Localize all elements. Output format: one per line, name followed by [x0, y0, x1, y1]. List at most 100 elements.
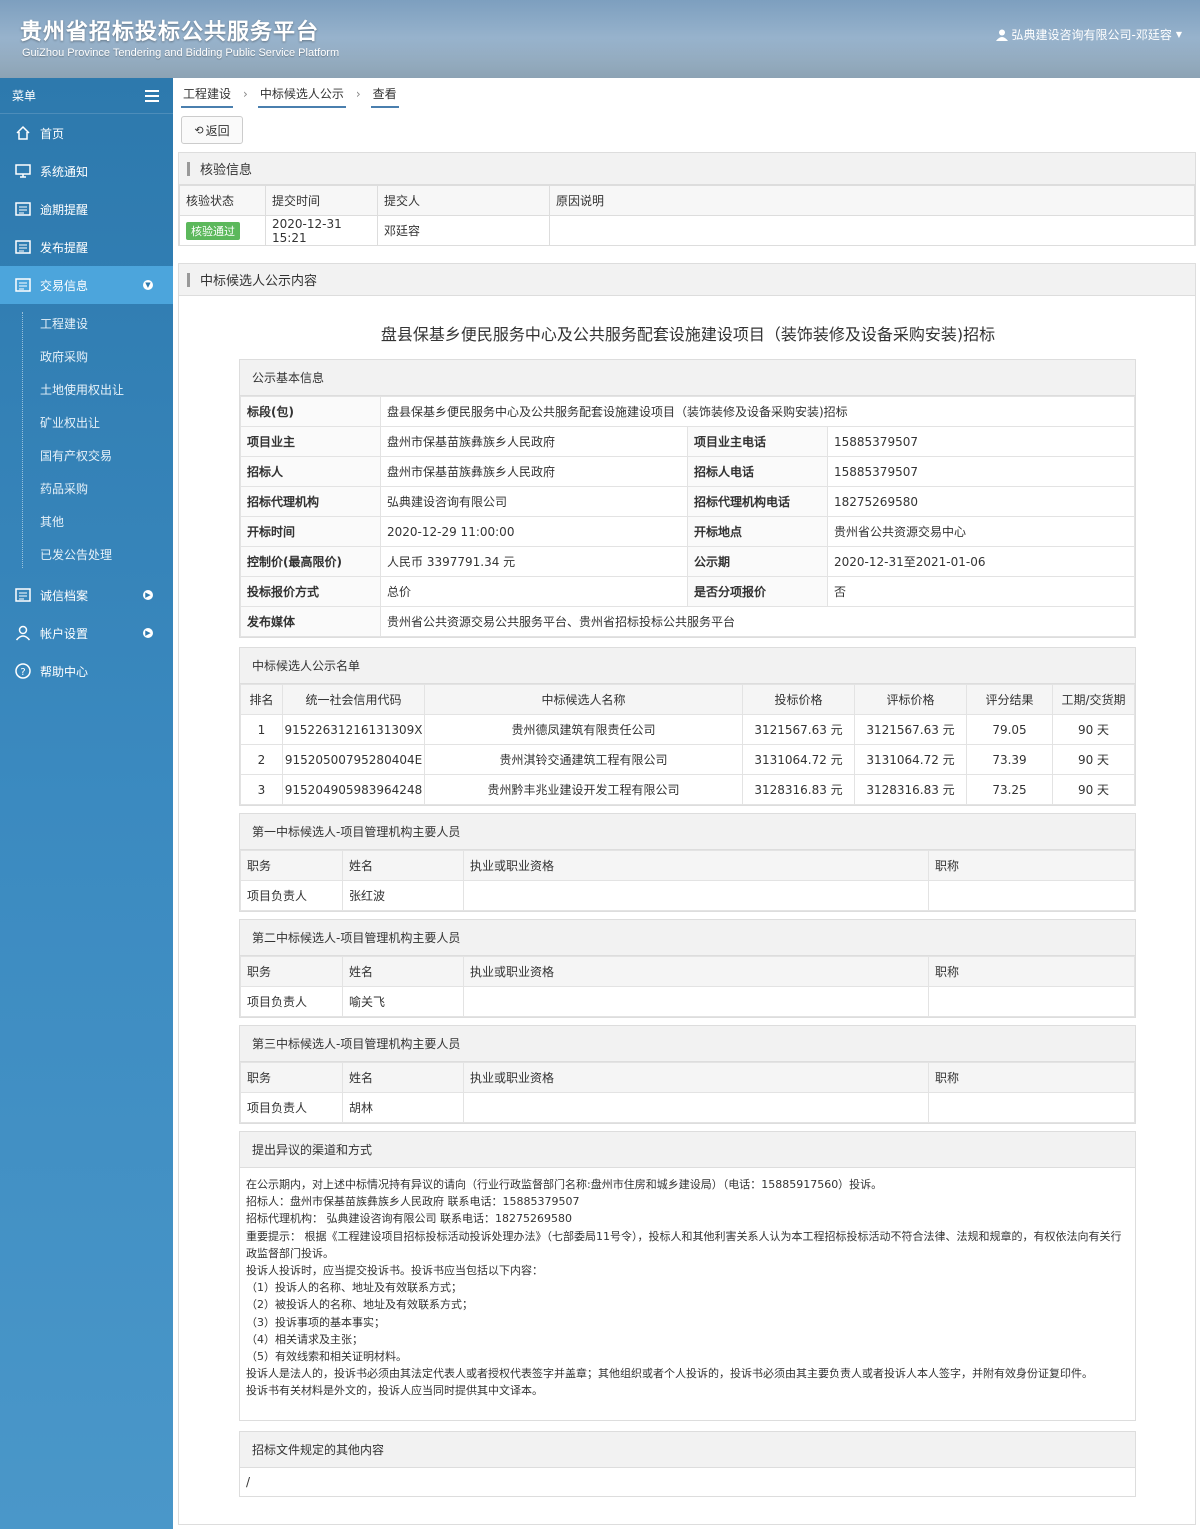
period-cell: 90 天 [1052, 774, 1135, 805]
eval-price-cell: 3131064.72 元 [854, 744, 967, 775]
sidebar-item-overdue[interactable]: 逾期提醒 [0, 190, 173, 228]
text-line: （2）被投诉人的名称、地址及有效联系方式； [246, 1298, 473, 1312]
qualification-cell [463, 880, 929, 911]
breadcrumb-item[interactable]: 工程建设 [181, 81, 234, 108]
verify-panel: 核验信息 核验状态 提交时间 提交人 原因说明 核验通过 2020-12-31 … [178, 152, 1196, 246]
code-cell: 915204905983964248 [282, 774, 425, 805]
field-label: 发布媒体 [240, 606, 381, 637]
submenu-item[interactable]: 已发公告处理 [0, 539, 173, 572]
column-header: 职务 [240, 850, 343, 881]
column-header: 核验状态 [179, 185, 266, 216]
name-cell: 贵州黔丰兆业建设开发工程有限公司 [424, 774, 743, 805]
other-content-block: 招标文件规定的其他内容 / [239, 1431, 1136, 1497]
back-button[interactable]: ⟲ 返回 [181, 116, 243, 144]
list-icon [14, 238, 32, 256]
column-header: 排名 [240, 684, 283, 715]
role-cell: 项目负责人 [240, 1092, 343, 1123]
content-panel: 中标候选人公示内容 盘县保基乡便民服务中心及公共服务配套设施建设项目（装饰装修及… [178, 263, 1196, 1525]
site-title[interactable]: 贵州省招标投标公共服务平台 [20, 14, 319, 46]
text-line: 投诉人是法人的，投诉书必须由其法定代表人或者授权代表签字并盖章；其他组织或者个人… [246, 1367, 1093, 1381]
column-header: 姓名 [342, 956, 464, 987]
field-value: 盘州市保基苗族彝族乡人民政府 [380, 426, 688, 457]
bid-price-cell: 3121567.63 元 [742, 714, 855, 745]
column-header: 职称 [928, 1062, 1135, 1093]
field-value: 贵州省公共资源交易公共服务平台、贵州省招标投标公共服务平台 [380, 606, 1135, 637]
table-row: 控制价(最高限价) 人民币 3397791.34 元 公示期 2020-12-3… [240, 546, 1135, 577]
status-badge: 核验通过 [186, 221, 240, 240]
submenu-item[interactable]: 国有产权交易 [0, 440, 173, 473]
personnel-block-2: 第二中标候选人-项目管理机构主要人员 职务 姓名 执业或职业资格 职称 项目负责… [239, 919, 1136, 1018]
sidebar-item-label: 系统通知 [40, 164, 89, 179]
column-header: 投标价格 [742, 684, 855, 715]
sidebar-item-account[interactable]: 帐户设置 ▶ [0, 614, 173, 652]
column-header: 提交人 [377, 185, 550, 216]
field-label: 投标报价方式 [240, 576, 381, 607]
eval-price-cell: 3121567.63 元 [854, 714, 967, 745]
submenu-item[interactable]: 药品采购 [0, 473, 173, 506]
personnel-block-1: 第一中标候选人-项目管理机构主要人员 职务 姓名 执业或职业资格 职称 项目负责… [239, 813, 1136, 912]
table-header-row: 核验状态 提交时间 提交人 原因说明 [179, 185, 1195, 216]
period-cell: 90 天 [1052, 744, 1135, 775]
score-cell: 73.25 [966, 774, 1053, 805]
field-value: 贵州省公共资源交易中心 [827, 516, 1135, 547]
list-icon [14, 276, 32, 294]
table-row: 项目业主 盘州市保基苗族彝族乡人民政府 项目业主电话 15885379507 [240, 426, 1135, 457]
breadcrumb-item[interactable]: 中标候选人公示 [257, 81, 346, 108]
candidates-table: 排名 统一社会信用代码 中标候选人名称 投标价格 评标价格 评分结果 工期/交货… [240, 684, 1135, 805]
submenu-item[interactable]: 矿业权出让 [0, 407, 173, 440]
column-header: 职务 [240, 1062, 343, 1093]
table-row: 核验通过 2020-12-31 15:21 邓廷容 [179, 215, 1195, 246]
column-header: 提交时间 [265, 185, 378, 216]
sidebar-item-home[interactable]: 首页 [0, 114, 173, 152]
sidebar-item-label: 逾期提醒 [40, 202, 89, 217]
code-cell: 91520500795280404E [282, 744, 425, 775]
sidebar-item-label: 交易信息 [40, 278, 89, 293]
personnel-block-3: 第三中标候选人-项目管理机构主要人员 职务 姓名 执业或职业资格 职称 项目负责… [239, 1025, 1136, 1124]
table-row: 发布媒体 贵州省公共资源交易公共服务平台、贵州省招标投标公共服务平台 [240, 606, 1135, 637]
field-value: 2020-12-29 11:00:00 [380, 516, 688, 547]
chevron-right-icon: › [243, 87, 248, 101]
user-menu[interactable]: 弘典建设咨询有限公司-邓廷容 ▼ [995, 26, 1182, 43]
menu-header: 菜单 [0, 78, 173, 114]
field-value: 人民币 3397791.34 元 [380, 546, 688, 577]
name-cell: 贵州淇铃交通建筑工程有限公司 [424, 744, 743, 775]
field-label: 控制价(最高限价) [240, 546, 381, 577]
table-row: 招标人 盘州市保基苗族彝族乡人民政府 招标人电话 15885379507 [240, 456, 1135, 487]
field-label: 公示期 [687, 546, 828, 577]
block-title: 第一中标候选人-项目管理机构主要人员 [240, 814, 1135, 850]
personnel-table: 职务 姓名 执业或职业资格 职称 项目负责人 胡林 [240, 1062, 1135, 1123]
basic-info-block: 公示基本信息 标段(包) 盘县保基乡便民服务中心及公共服务配套设施建设项目（装饰… [239, 359, 1136, 638]
score-cell: 79.05 [966, 714, 1053, 745]
sidebar-item-trade[interactable]: 交易信息 ▼ [0, 266, 173, 304]
hamburger-icon[interactable] [145, 89, 159, 102]
title-cell [928, 986, 1135, 1017]
field-value: 18275269580 [827, 486, 1135, 517]
title-cell [928, 880, 1135, 911]
role-cell: 项目负责人 [240, 986, 343, 1017]
person-name-cell: 张红波 [342, 880, 464, 911]
block-title: 第三中标候选人-项目管理机构主要人员 [240, 1026, 1135, 1062]
text-line: 在公示期内，对上述中标情况持有异议的请向（行业行政监督部门名称:盘州市住房和城乡… [246, 1178, 883, 1191]
person-name-cell: 喻关飞 [342, 986, 464, 1017]
submenu-item[interactable]: 其他 [0, 506, 173, 539]
personnel-table: 职务 姓名 执业或职业资格 职称 项目负责人 喻关飞 [240, 956, 1135, 1017]
sidebar-item-help[interactable]: ? 帮助中心 [0, 652, 173, 690]
submenu-item[interactable]: 土地使用权出让 [0, 374, 173, 407]
user-icon [14, 624, 32, 642]
table-row: 3 915204905983964248 贵州黔丰兆业建设开发工程有限公司 31… [240, 774, 1135, 805]
submenu-item[interactable]: 政府采购 [0, 341, 173, 374]
field-value: 15885379507 [827, 426, 1135, 457]
sidebar-item-publish[interactable]: 发布提醒 [0, 228, 173, 266]
sidebar-item-notice[interactable]: 系统通知 [0, 152, 173, 190]
field-label: 是否分项报价 [687, 576, 828, 607]
field-label: 标段(包) [240, 396, 381, 427]
sidebar-item-credit[interactable]: 诚信档案 ▶ [0, 576, 173, 614]
trade-submenu: 工程建设 政府采购 土地使用权出让 矿业权出让 国有产权交易 药品采购 其他 已… [0, 304, 173, 576]
score-cell: 73.39 [966, 744, 1053, 775]
rank-cell: 1 [240, 714, 283, 745]
text-line: 招标代理机构： 弘典建设咨询有限公司 联系电话：18275269580 [246, 1212, 572, 1226]
block-title: 招标文件规定的其他内容 [240, 1432, 1135, 1468]
sidebar-item-label: 诚信档案 [40, 588, 89, 603]
submenu-item[interactable]: 工程建设 [0, 308, 173, 341]
table-header-row: 排名 统一社会信用代码 中标候选人名称 投标价格 评标价格 评分结果 工期/交货… [240, 684, 1135, 715]
